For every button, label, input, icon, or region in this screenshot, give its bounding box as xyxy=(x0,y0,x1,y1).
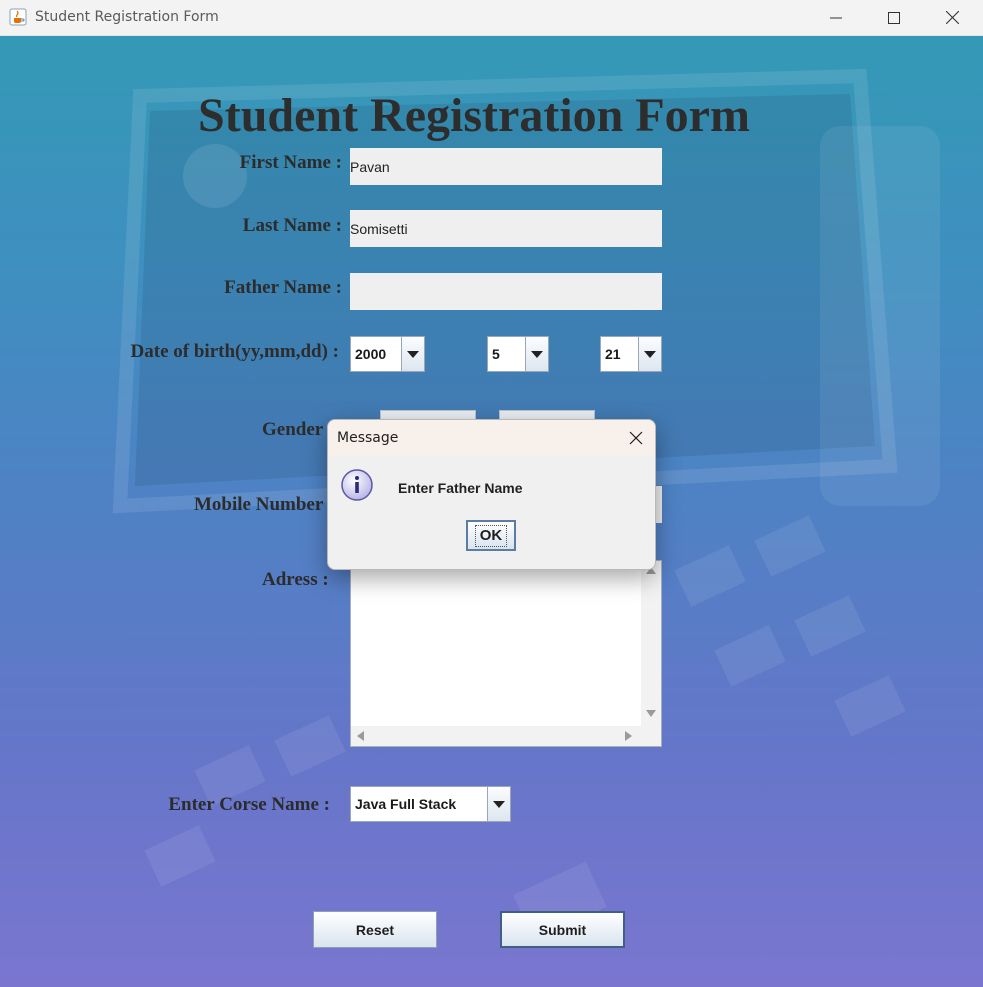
minimize-button[interactable] xyxy=(807,0,865,35)
mobile-label: Mobile Number xyxy=(194,494,324,515)
message-dialog: Message Enter Father Name OK xyxy=(327,419,656,570)
info-icon xyxy=(340,468,374,502)
dob-month-value: 5 xyxy=(492,346,500,362)
dob-month-select[interactable]: 5 xyxy=(487,336,549,372)
dob-day-value: 21 xyxy=(605,346,621,362)
father-name-label: Father Name : xyxy=(224,277,342,298)
course-label: Enter Corse Name : xyxy=(168,794,330,815)
close-button[interactable] xyxy=(923,0,981,35)
address-textarea[interactable] xyxy=(350,560,662,747)
app-window: Student Registration Form Student Regist… xyxy=(0,0,983,987)
java-cup-icon xyxy=(9,8,27,26)
scroll-corner xyxy=(641,726,661,746)
reset-button[interactable]: Reset xyxy=(313,911,437,948)
chevron-down-icon[interactable] xyxy=(525,337,548,371)
submit-button[interactable]: Submit xyxy=(500,911,625,948)
first-name-value: Pavan xyxy=(350,159,390,175)
last-name-label: Last Name : xyxy=(242,215,342,236)
title-bar: Student Registration Form xyxy=(0,0,983,36)
window-title: Student Registration Form xyxy=(35,9,219,25)
maximize-icon xyxy=(888,11,900,24)
dialog-title-bar: Message xyxy=(328,420,655,456)
dob-day-select[interactable]: 21 xyxy=(600,336,662,372)
ok-button[interactable]: OK xyxy=(466,520,516,551)
first-name-label: First Name : xyxy=(239,152,342,173)
page-title: Student Registration Form xyxy=(198,89,750,142)
close-icon xyxy=(629,431,643,445)
dialog-title: Message xyxy=(337,430,399,446)
dialog-message: Enter Father Name xyxy=(398,480,523,496)
last-name-value: Somisetti xyxy=(350,221,408,237)
chevron-down-icon[interactable] xyxy=(487,787,510,821)
father-name-field[interactable] xyxy=(350,273,662,310)
dob-label: Date of birth(yy,mm,dd) : xyxy=(130,341,339,362)
gender-label: Gender xyxy=(262,419,324,440)
minimize-icon xyxy=(830,17,842,18)
close-icon xyxy=(945,11,959,24)
ok-button-label: OK xyxy=(474,524,508,547)
last-name-field[interactable]: Somisetti xyxy=(350,210,662,247)
address-label: Adress : xyxy=(262,569,329,590)
dialog-close-button[interactable] xyxy=(627,429,645,447)
scroll-left-icon[interactable] xyxy=(357,731,364,741)
first-name-field[interactable]: Pavan xyxy=(350,148,662,185)
chevron-down-icon[interactable] xyxy=(638,337,661,371)
course-select[interactable]: Java Full Stack xyxy=(350,786,511,822)
chevron-down-icon[interactable] xyxy=(401,337,424,371)
course-value: Java Full Stack xyxy=(355,796,457,812)
dob-year-value: 2000 xyxy=(355,346,387,362)
horizontal-scrollbar[interactable] xyxy=(351,726,641,746)
vertical-scrollbar[interactable] xyxy=(641,561,661,726)
maximize-button[interactable] xyxy=(865,0,923,35)
scroll-down-icon[interactable] xyxy=(646,710,656,717)
dob-year-select[interactable]: 2000 xyxy=(350,336,425,372)
scroll-right-icon[interactable] xyxy=(625,731,632,741)
